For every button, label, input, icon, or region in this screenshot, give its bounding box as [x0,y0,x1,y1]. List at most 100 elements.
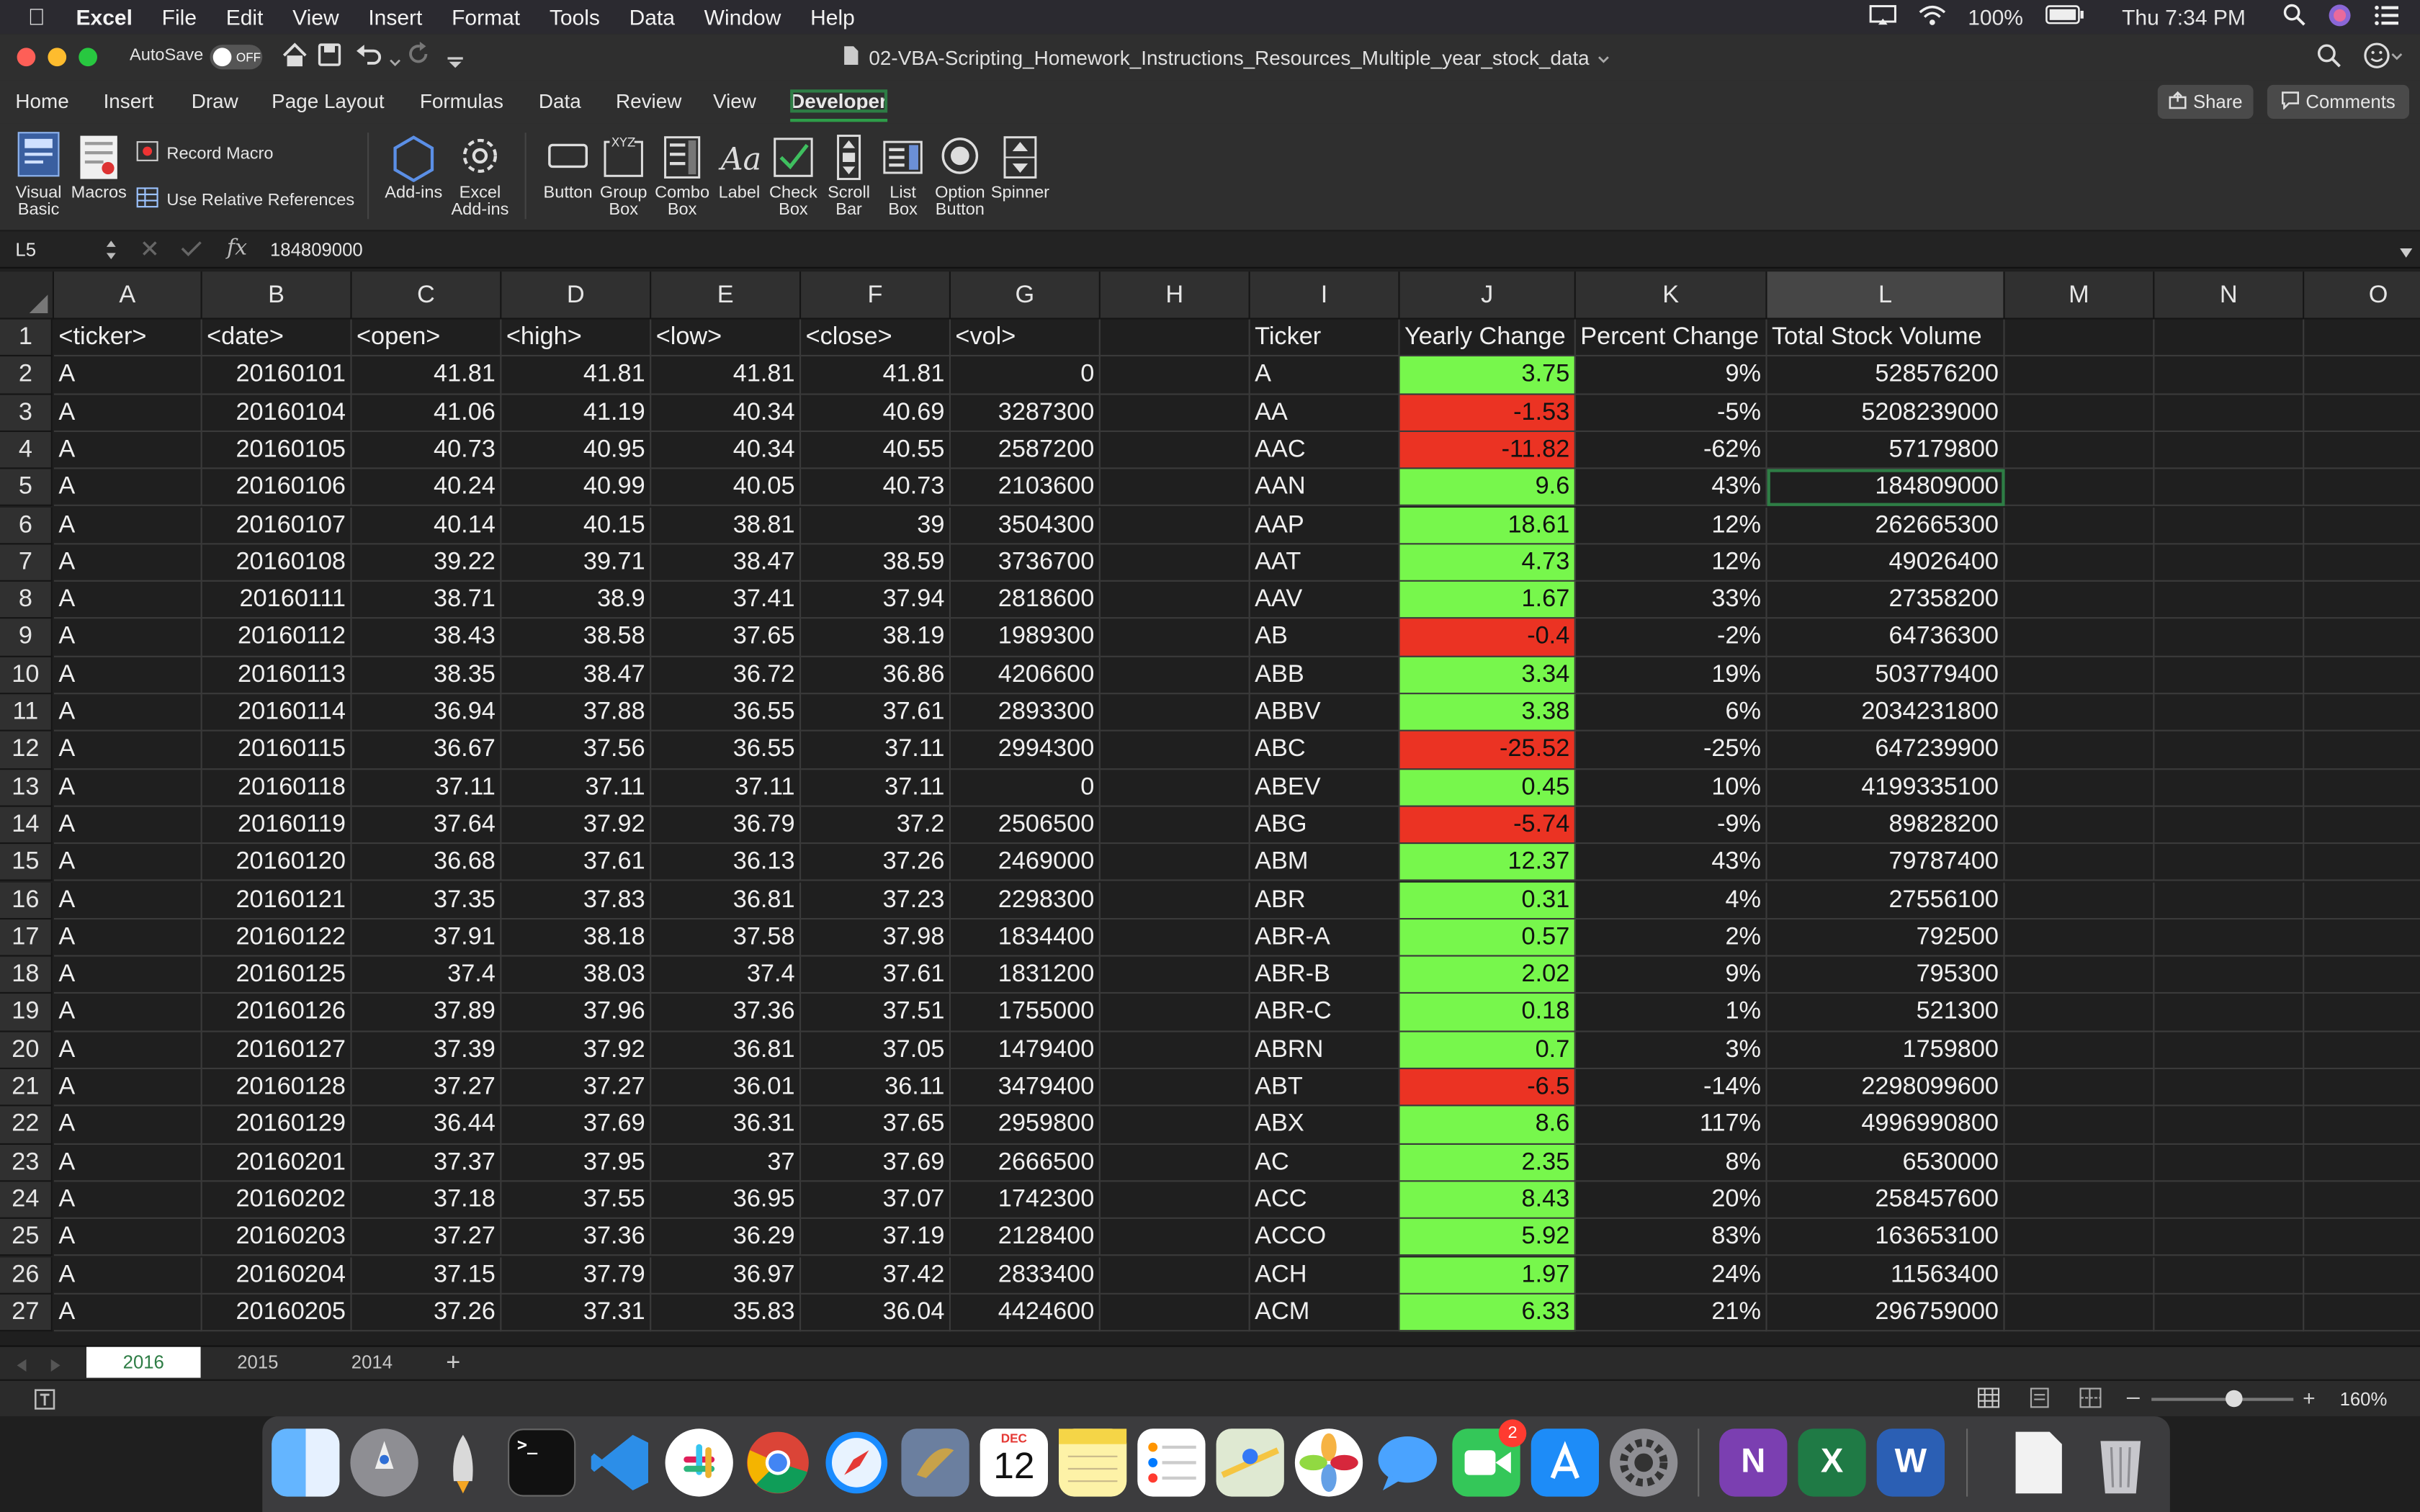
data-cell[interactable]: 3.38 [1399,694,1576,732]
data-cell[interactable]: 2893300 [951,694,1101,732]
data-cell[interactable]: 20160205 [202,1294,352,1332]
notification-center-icon[interactable] [2374,4,2398,30]
data-cell[interactable] [1100,694,1250,732]
data-cell[interactable]: 1831200 [951,956,1101,994]
data-cell[interactable]: 37.4 [351,956,502,994]
data-cell[interactable]: 4424600 [951,1294,1101,1332]
data-cell[interactable]: 258457600 [1767,1182,2005,1220]
data-cell[interactable]: -2% [1575,619,1767,657]
data-cell[interactable]: 37.55 [501,1182,652,1220]
data-cell[interactable]: 4996990800 [1767,1107,2005,1145]
data-cell[interactable] [2004,1219,2155,1257]
comments-button[interactable]: Comments [2267,84,2409,119]
data-cell[interactable]: 20160126 [202,994,352,1032]
data-cell[interactable]: 1479400 [951,1031,1101,1069]
data-cell[interactable]: A [54,956,202,994]
mail-stamp-icon[interactable] [901,1428,969,1497]
data-cell[interactable]: 2.35 [1399,1144,1576,1182]
data-cell[interactable] [2154,657,2305,695]
data-cell[interactable]: 64736300 [1767,619,2005,657]
data-cell[interactable]: 8% [1575,1144,1767,1182]
row-header[interactable]: 15 [0,844,53,882]
data-cell[interactable]: 9% [1575,356,1767,395]
vscode-icon[interactable] [586,1428,654,1496]
data-cell[interactable]: 38.03 [501,956,652,994]
data-cell[interactable]: A [54,469,202,507]
data-cell[interactable]: A [54,1219,202,1257]
customize-toolbar-icon[interactable] [447,50,463,78]
data-cell[interactable]: 18.61 [1399,506,1576,544]
data-cell[interactable]: A [54,994,202,1032]
data-cell[interactable]: 6530000 [1767,1144,2005,1182]
data-cell[interactable]: 41.19 [501,394,652,432]
data-cell[interactable]: 528576200 [1767,356,2005,395]
row-header[interactable]: 25 [0,1219,53,1257]
row-header[interactable]: 23 [0,1144,53,1182]
data-cell[interactable] [2004,356,2155,395]
data-cell[interactable]: 37.15 [351,1256,502,1295]
column-header-K[interactable]: K [1575,271,1767,320]
data-cell[interactable]: 20160121 [202,881,352,919]
data-cell[interactable]: ACCO [1250,1219,1400,1257]
data-cell[interactable]: 41.81 [351,356,502,395]
data-cell[interactable] [2004,1107,2155,1145]
sheet-tab-2015[interactable]: 2015 [201,1347,315,1378]
data-cell[interactable]: 39 [801,506,951,544]
menu-app-name[interactable]: Excel [76,4,133,29]
data-cell[interactable]: 296759000 [1767,1294,2005,1332]
data-cell[interactable]: 37.95 [501,1144,652,1182]
data-cell[interactable] [1100,769,1250,807]
wifi-icon[interactable] [1919,4,1947,30]
spotlight-search-icon[interactable] [2282,3,2305,31]
zoom-percentage[interactable]: 160% [2340,1389,2388,1410]
data-cell[interactable]: 20160125 [202,956,352,994]
data-cell[interactable]: 37.94 [801,582,951,620]
photos-icon[interactable] [1294,1428,1363,1497]
data-cell[interactable]: 0.57 [1399,919,1576,957]
data-cell[interactable]: 3479400 [951,1069,1101,1107]
data-cell[interactable] [2304,732,2420,770]
header-cell[interactable]: Ticker [1250,319,1400,357]
row-header[interactable]: 8 [0,582,53,620]
data-cell[interactable]: A [54,806,202,845]
data-cell[interactable] [2304,694,2420,732]
data-cell[interactable]: 40.69 [801,394,951,432]
data-cell[interactable] [2304,1219,2420,1257]
column-header-N[interactable]: N [2154,271,2305,320]
data-cell[interactable] [2304,845,2420,882]
row-header[interactable]: 22 [0,1107,53,1145]
data-cell[interactable] [2304,395,2420,432]
data-cell[interactable]: 37.35 [351,881,502,919]
data-cell[interactable]: 36.11 [801,1069,951,1107]
data-cell[interactable]: 20160106 [202,469,352,507]
data-cell[interactable] [2304,469,2420,507]
data-cell[interactable]: AAV [1250,582,1400,620]
data-cell[interactable]: 2103600 [951,469,1101,507]
data-cell[interactable]: 36.79 [651,806,802,845]
menu-data[interactable]: Data [629,4,675,29]
data-cell[interactable]: 37.11 [801,769,951,807]
data-cell[interactable] [1100,956,1250,994]
data-cell[interactable]: 8.43 [1399,1182,1576,1220]
data-cell[interactable]: 35.83 [651,1294,802,1332]
data-cell[interactable]: 37.26 [351,1294,502,1332]
column-header-D[interactable]: D [501,271,652,320]
data-cell[interactable]: 36.04 [801,1294,951,1332]
data-cell[interactable]: ABC [1250,732,1400,770]
slack-icon[interactable] [665,1428,733,1497]
data-cell[interactable]: -9% [1575,806,1767,845]
header-cell[interactable]: <high> [501,319,652,357]
data-cell[interactable] [2304,619,2420,657]
row-header[interactable]: 27 [0,1294,53,1332]
data-cell[interactable]: 1759800 [1767,1031,2005,1069]
data-cell[interactable]: 163653100 [1767,1219,2005,1257]
data-cell[interactable]: 37.98 [801,919,951,957]
data-cell[interactable]: 41.81 [501,356,652,395]
data-cell[interactable]: 795300 [1767,956,2005,994]
data-cell[interactable]: A [54,619,202,657]
menu-file[interactable]: File [162,4,197,29]
data-cell[interactable]: 38.18 [501,919,652,957]
launchpad-rocket-icon[interactable] [350,1428,418,1497]
data-cell[interactable]: 37.58 [651,919,802,957]
data-cell[interactable]: 38.9 [501,582,652,620]
